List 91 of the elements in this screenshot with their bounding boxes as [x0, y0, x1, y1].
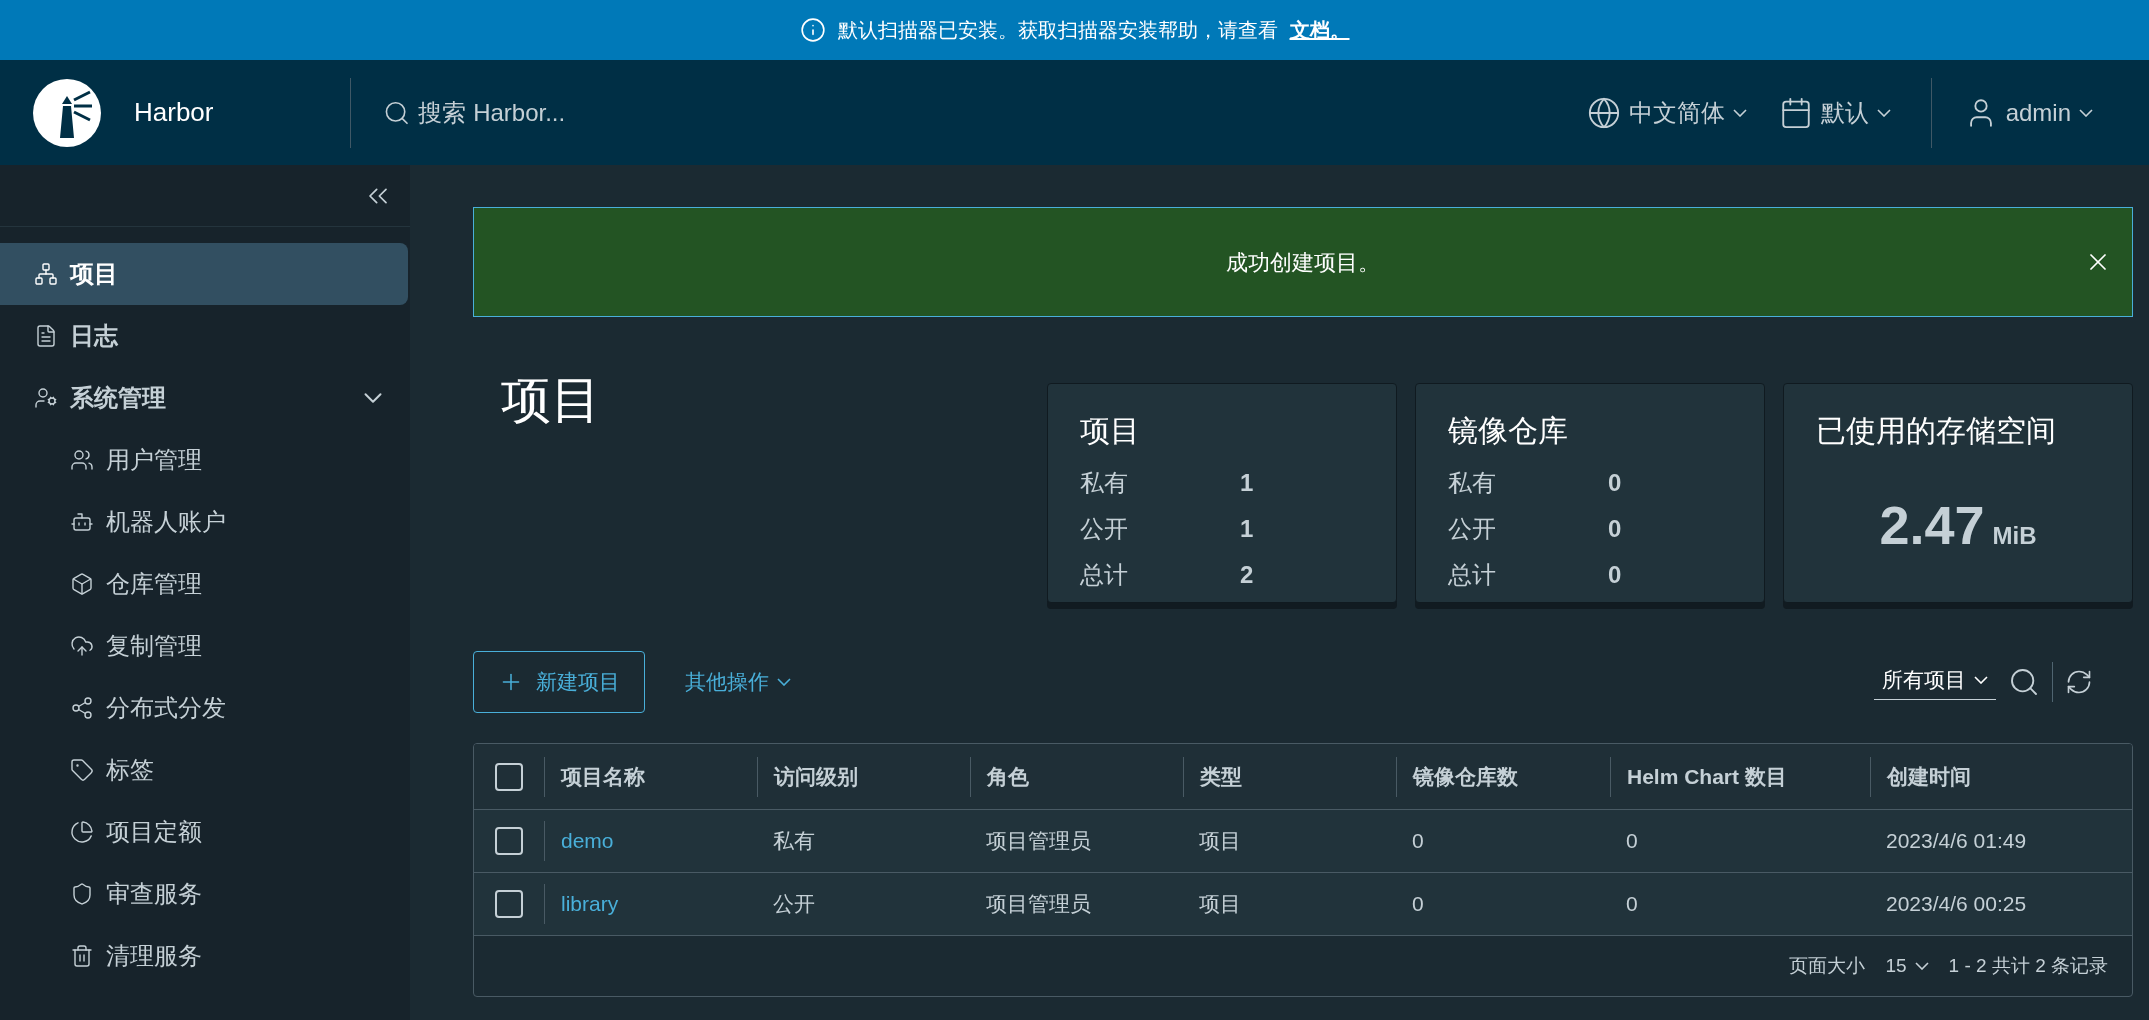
- user-menu[interactable]: admin: [1963, 94, 2093, 131]
- sidebar-item[interactable]: 用户管理: [0, 429, 408, 491]
- search-icon[interactable]: [2008, 666, 2040, 698]
- user-gear-icon: [34, 386, 58, 410]
- stat-label: 公开: [1080, 514, 1129, 544]
- filter-dropdown[interactable]: 所有项目: [1874, 663, 1996, 701]
- column-header[interactable]: 镜像仓库数: [1413, 760, 1518, 793]
- globe-icon: [1586, 95, 1621, 130]
- refresh-icon[interactable]: [2065, 668, 2093, 696]
- table-cell-text: 项目: [1199, 891, 1241, 918]
- storage-unit: MiB: [1992, 521, 2037, 551]
- table-cell-text: 私有: [773, 828, 815, 855]
- stat-label: 总计: [1080, 560, 1129, 590]
- table-cell-text: 0: [1412, 828, 1424, 855]
- row-checkbox[interactable]: [495, 890, 523, 918]
- stat-value: 0: [1608, 560, 1622, 590]
- stat-value: 2: [1240, 560, 1254, 590]
- stat-value: 1: [1240, 468, 1254, 498]
- stat-label: 公开: [1448, 514, 1497, 544]
- robot-icon: [70, 510, 94, 534]
- pie-chart-icon: [70, 820, 94, 844]
- more-actions-button[interactable]: 其他操作: [685, 666, 791, 698]
- column-header[interactable]: 访问级别: [774, 760, 858, 793]
- stat-label: 私有: [1448, 468, 1497, 498]
- stat-value: 0: [1608, 514, 1622, 544]
- share-icon: [70, 696, 94, 720]
- users-icon: [70, 448, 94, 472]
- record-summary: 1 - 2 共计 2 条记录: [1948, 953, 2108, 978]
- project-link[interactable]: library: [561, 888, 619, 920]
- column-header[interactable]: 创建时间: [1887, 760, 1971, 793]
- sidebar-item[interactable]: 日志: [0, 305, 408, 367]
- sidebar-item[interactable]: 清理服务: [0, 925, 408, 987]
- page-title: 项目: [501, 375, 601, 425]
- column-header[interactable]: 项目名称: [561, 760, 645, 793]
- table-cell-text: 项目: [1199, 828, 1241, 855]
- caret-icon: [1732, 108, 1747, 117]
- search-field[interactable]: 搜索 Harbor...: [418, 94, 803, 131]
- docs-link[interactable]: 文档。: [1289, 15, 1350, 45]
- column-header[interactable]: Helm Chart 数目: [1627, 760, 1787, 793]
- alert-message: 成功创建项目。: [1226, 248, 1380, 277]
- caret-icon: [777, 678, 791, 686]
- caret-icon: [1876, 108, 1891, 117]
- language-menu[interactable]: 中文简体: [1586, 94, 1747, 131]
- stat-value: 1: [1240, 514, 1254, 544]
- table-cell-text: 项目管理员: [986, 828, 1091, 855]
- page-size-label: 页面大小: [1789, 953, 1866, 978]
- sidebar-item[interactable]: 项目: [0, 243, 408, 305]
- theme-menu[interactable]: 默认: [1778, 94, 1891, 131]
- column-header[interactable]: 类型: [1200, 760, 1242, 793]
- table-cell-text: 0: [1626, 891, 1638, 918]
- table-cell-text: 2023/4/6 01:49: [1886, 828, 2027, 855]
- caret-icon: [1974, 675, 1988, 684]
- sidebar-item[interactable]: 分布式分发: [0, 677, 408, 739]
- sidebar-item[interactable]: 系统管理: [0, 367, 408, 429]
- sidebar-item[interactable]: 仓库管理: [0, 553, 408, 615]
- brand-name: Harbor: [134, 96, 214, 129]
- sidebar-item[interactable]: 标签: [0, 739, 408, 801]
- sidebar-item[interactable]: 审查服务: [0, 863, 408, 925]
- cloud-icon: [70, 634, 94, 658]
- column-header[interactable]: 角色: [987, 760, 1029, 793]
- sidebar-item[interactable]: 复制管理: [0, 615, 408, 677]
- cube-icon: [70, 572, 94, 596]
- row-checkbox[interactable]: [495, 827, 523, 855]
- new-project-button[interactable]: 新建项目: [473, 651, 645, 713]
- trash-icon: [70, 944, 94, 968]
- card-title: 已使用的存储空间: [1816, 413, 2057, 449]
- table-cell-text: 0: [1626, 828, 1638, 855]
- project-link[interactable]: demo: [561, 825, 614, 857]
- caret-icon: [1914, 962, 1929, 970]
- table-cell-text: 2023/4/6 00:25: [1886, 891, 2027, 918]
- info-icon: [799, 17, 826, 43]
- shield-icon: [70, 882, 94, 906]
- sidebar-item[interactable]: 机器人账户: [0, 491, 408, 553]
- storage-value: 2.47: [1879, 494, 1985, 557]
- table-cell-text: 0: [1412, 891, 1424, 918]
- sitemap-icon: [34, 262, 58, 286]
- table-cell-text: 公开: [773, 891, 815, 918]
- stat-label: 私有: [1080, 468, 1129, 498]
- page-size-select[interactable]: 15: [1885, 951, 1929, 981]
- caret-icon: [2079, 108, 2093, 117]
- card-title: 镜像仓库: [1448, 413, 1569, 449]
- lighthouse-logo-icon: [32, 77, 102, 148]
- stat-value: 0: [1608, 468, 1622, 498]
- tag-icon: [70, 758, 94, 782]
- sidebar-item[interactable]: 项目定额: [0, 801, 408, 863]
- document-icon: [34, 324, 58, 348]
- card-title: 项目: [1080, 413, 1141, 449]
- table-cell-text: 项目管理员: [986, 891, 1091, 918]
- stat-label: 总计: [1448, 560, 1497, 590]
- select-all-checkbox[interactable]: [495, 762, 523, 791]
- banner-message: 默认扫描器已安装。获取扫描器安装帮助，请查看: [837, 18, 1278, 43]
